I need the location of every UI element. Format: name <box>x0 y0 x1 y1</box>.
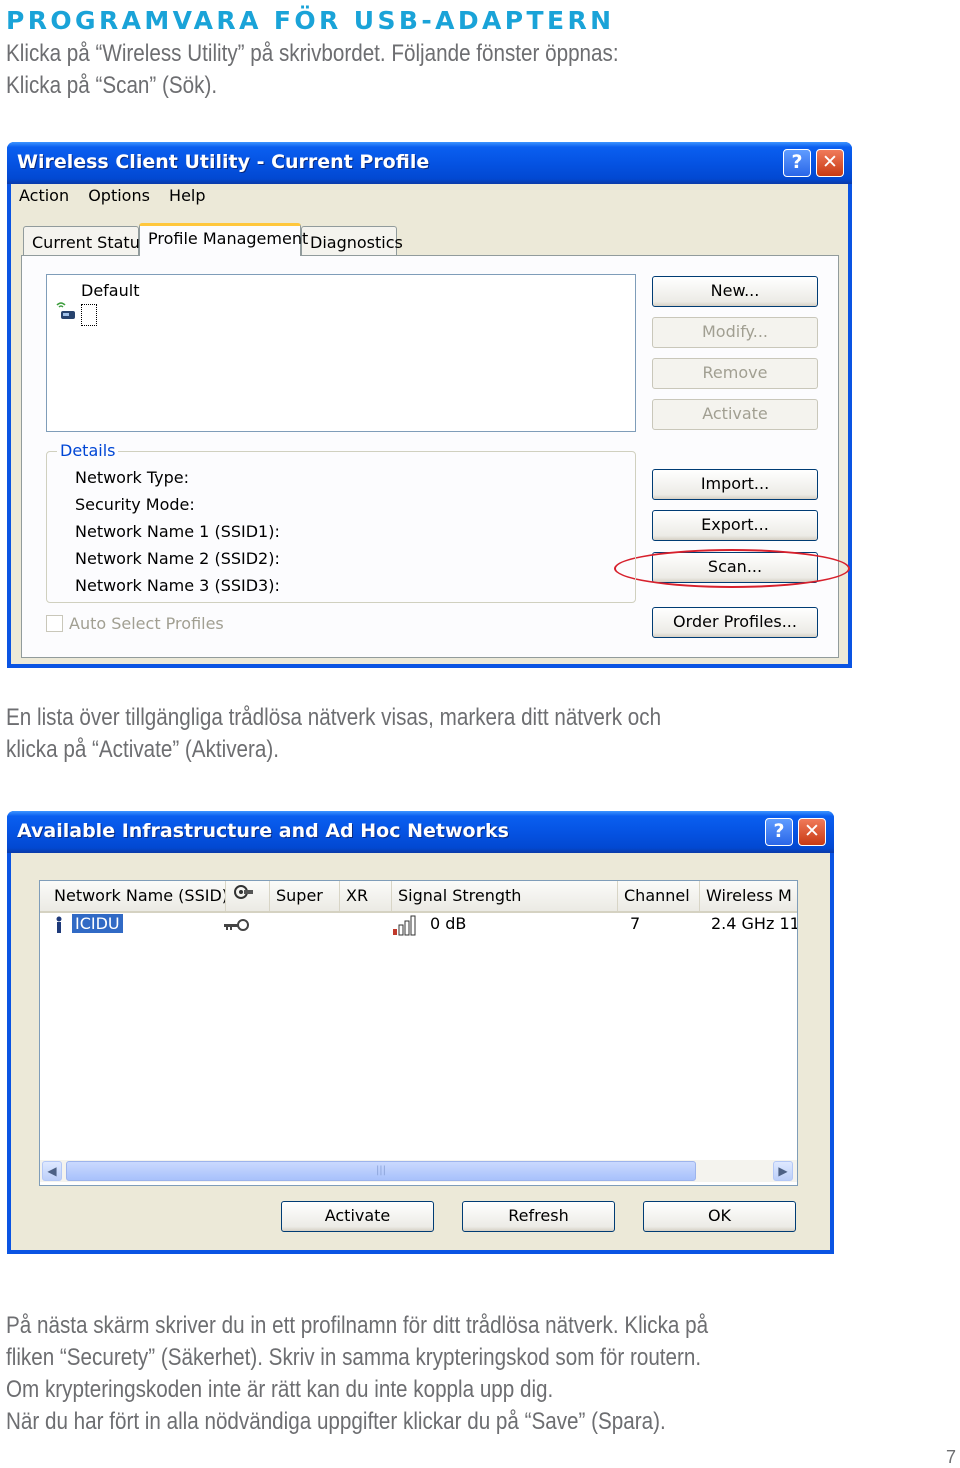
details-title: Details <box>57 441 119 460</box>
menu-options[interactable]: Options <box>88 186 150 205</box>
scan-highlight-ellipse <box>614 549 850 588</box>
scroll-left-arrow-icon[interactable]: ◀ <box>42 1161 62 1181</box>
profile-selection-box <box>81 304 97 326</box>
new-button[interactable]: New... <box>652 276 818 307</box>
window-client-area: Network Name (SSID) Super XR Signal Stre… <box>11 853 830 1250</box>
encryption-key-icon <box>222 917 250 936</box>
column-security[interactable] <box>226 881 270 911</box>
security-mode-label: Security Mode: <box>75 495 195 514</box>
profile-name: Default <box>81 281 140 300</box>
window-client-area: Action Options Help Current Status Profi… <box>11 184 850 664</box>
column-channel[interactable]: Channel <box>618 881 700 911</box>
ssid1-label: Network Name 1 (SSID1): <box>75 522 280 541</box>
profile-item-default[interactable]: Default <box>53 279 253 329</box>
tab-diagnostics[interactable]: Diagnostics <box>301 226 403 256</box>
footer-line: På nästa skärm skriver du in ett profiln… <box>6 1312 709 1339</box>
activate-button[interactable]: Activate <box>281 1201 434 1232</box>
page-heading: PROGRAMVARA FÖR USB-ADAPTERN <box>6 6 615 35</box>
column-signal-strength[interactable]: Signal Strength <box>392 881 618 911</box>
export-button[interactable]: Export... <box>652 510 818 541</box>
lock-key-icon <box>232 882 254 912</box>
footer-text: På nästa skärm skriver du in ett profiln… <box>6 1310 708 1438</box>
ok-button[interactable]: OK <box>643 1201 796 1232</box>
page-number: 7 <box>945 1447 956 1467</box>
menu-bar: Action Options Help <box>19 186 220 205</box>
network-list-header: Network Name (SSID) Super XR Signal Stre… <box>40 881 797 913</box>
network-row[interactable]: ICIDU 0 dB 7 2.4 GHz 11 <box>40 911 797 939</box>
auto-select-label: Auto Select Profiles <box>69 614 224 633</box>
scroll-thumb[interactable]: ||| <box>66 1161 696 1181</box>
ssid3-label: Network Name 3 (SSID3): <box>75 576 280 595</box>
available-networks-window: Available Infrastructure and Ad Hoc Netw… <box>7 811 834 1254</box>
tab-current-status[interactable]: Current Status <box>23 226 148 256</box>
wireless-profile-icon <box>55 301 81 323</box>
middle-line: klicka på “Activate” (Aktivera). <box>6 736 279 763</box>
footer-line: fliken “Securety” (Säkerhet). Skriv in s… <box>6 1344 702 1371</box>
scroll-right-arrow-icon[interactable]: ▶ <box>773 1161 793 1181</box>
remove-button[interactable]: Remove <box>652 358 818 389</box>
profile-management-panel: Default New... Modify... Remove Activate… <box>21 255 850 658</box>
network-list[interactable]: Network Name (SSID) Super XR Signal Stre… <box>39 880 798 1186</box>
column-super[interactable]: Super <box>270 881 340 911</box>
signal-cell: 0 dB <box>430 914 467 933</box>
window-title: Wireless Client Utility - Current Profil… <box>17 151 430 173</box>
ssid-cell[interactable]: ICIDU <box>72 914 123 933</box>
profile-list[interactable]: Default <box>46 274 636 432</box>
footer-line: Om krypteringskoden inte är rätt kan du … <box>6 1376 554 1403</box>
middle-line: En lista över tillgängliga trådlösa nätv… <box>6 704 662 731</box>
menu-help[interactable]: Help <box>169 186 205 205</box>
intro-line: Klicka på “Scan” (Sök). <box>6 72 218 99</box>
close-button[interactable]: ✕ <box>816 149 844 177</box>
intro-text: Klicka på “Wireless Utility” på skrivbor… <box>6 38 619 102</box>
activate-profile-button[interactable]: Activate <box>652 399 818 430</box>
help-button[interactable]: ? <box>765 818 793 846</box>
close-button[interactable]: ✕ <box>798 818 826 846</box>
title-bar[interactable]: Available Infrastructure and Ad Hoc Netw… <box>7 811 834 853</box>
window-title: Available Infrastructure and Ad Hoc Netw… <box>17 820 509 842</box>
column-wireless-mode[interactable]: Wireless M <box>700 881 797 911</box>
wireless-client-utility-window: Wireless Client Utility - Current Profil… <box>7 142 852 668</box>
import-button[interactable]: Import... <box>652 469 818 500</box>
network-type-label: Network Type: <box>75 468 190 487</box>
refresh-button[interactable]: Refresh <box>462 1201 615 1232</box>
infrastructure-icon <box>54 916 64 938</box>
title-bar[interactable]: Wireless Client Utility - Current Profil… <box>7 142 852 184</box>
tab-profile-management[interactable]: Profile Management <box>139 223 308 256</box>
column-ssid[interactable]: Network Name (SSID) <box>48 881 226 911</box>
details-group: Details Network Type: Security Mode: Net… <box>46 441 636 603</box>
menu-action[interactable]: Action <box>19 186 69 205</box>
auto-select-checkbox[interactable] <box>46 615 63 632</box>
signal-bars-icon <box>392 914 418 940</box>
footer-line: När du har fört in alla nödvändiga uppgi… <box>6 1408 666 1435</box>
horizontal-scrollbar[interactable]: ◀ ||| ▶ <box>40 1160 797 1182</box>
modify-button[interactable]: Modify... <box>652 317 818 348</box>
help-button[interactable]: ? <box>783 149 811 177</box>
middle-text: En lista över tillgängliga trådlösa nätv… <box>6 702 661 766</box>
column-xr[interactable]: XR <box>340 881 392 911</box>
wireless-mode-cell: 2.4 GHz 11 <box>711 914 798 933</box>
channel-cell: 7 <box>630 914 641 933</box>
intro-line: Klicka på “Wireless Utility” på skrivbor… <box>6 40 619 67</box>
ssid2-label: Network Name 2 (SSID2): <box>75 549 280 568</box>
order-profiles-button[interactable]: Order Profiles... <box>652 607 818 638</box>
